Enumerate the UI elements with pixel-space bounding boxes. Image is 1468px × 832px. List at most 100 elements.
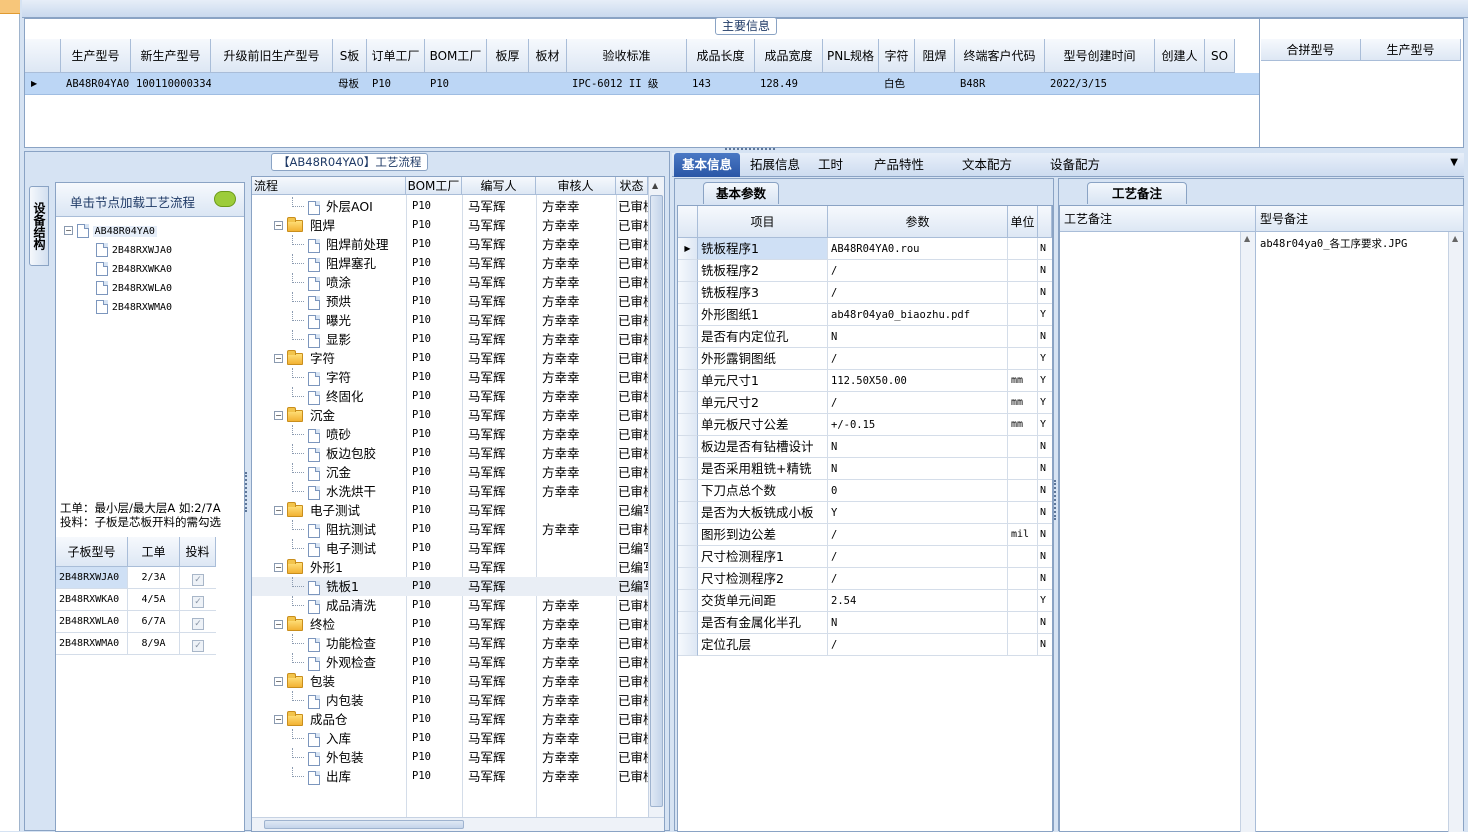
tree-node-child[interactable]: 2B48RXWJA0 [96, 240, 172, 259]
main-col-header[interactable]: 终端客户代码 [955, 39, 1045, 73]
param-value[interactable]: +/-0.15 [828, 414, 1008, 436]
main-cell[interactable]: P10 [427, 73, 487, 95]
param-item[interactable]: 尺寸检测程序2 [698, 568, 828, 590]
scroll-up-icon[interactable]: ▲ [1244, 234, 1250, 243]
main-info-selected-row[interactable]: ▶ AB48R04YA010011000033469母板P10P10IPC-60… [25, 73, 1259, 95]
param-item[interactable]: 交货单元间距 [698, 590, 828, 612]
sub-board-model[interactable]: 2B48RXWJA0 [56, 567, 128, 589]
sub-board-order[interactable]: 8/9A [128, 633, 180, 655]
param-item[interactable]: 尺寸检测程序1 [698, 546, 828, 568]
param-row-header[interactable] [678, 634, 698, 656]
scroll-up-icon[interactable]: ▲ [1452, 234, 1458, 243]
tree-node-child[interactable]: 2B48RXWMA0 [96, 297, 172, 316]
param-item[interactable]: 是否为大板铣成小板 [698, 502, 828, 524]
param-value[interactable]: AB48R04YA0.rou [828, 238, 1008, 260]
param-item[interactable]: 铣板程序3 [698, 282, 828, 304]
tab-0[interactable]: 基本信息 [674, 153, 741, 177]
load-hint-bar[interactable]: 单击节点加载工艺流程 [56, 183, 244, 217]
param-row-header[interactable] [678, 414, 698, 436]
param-value[interactable]: / [828, 348, 1008, 370]
side-col-header[interactable]: 合拼型号 [1261, 39, 1361, 61]
param-row-header[interactable] [678, 612, 698, 634]
param-value[interactable]: N [828, 458, 1008, 480]
param-value[interactable]: N [828, 436, 1008, 458]
main-cell[interactable]: 母板 [335, 73, 367, 95]
param-row-header[interactable] [678, 568, 698, 590]
feed-checkbox-cell[interactable]: ✓ [180, 633, 216, 655]
flow-col-header[interactable]: BOM工厂 [406, 177, 462, 195]
param-row-header[interactable] [678, 304, 698, 326]
flow-row[interactable]: 入库 P10 马军辉 方幸幸 已审核 [252, 729, 648, 748]
param-value[interactable]: Y [828, 502, 1008, 524]
flow-scrollbar[interactable]: ▲ [648, 177, 664, 817]
scroll-up-icon[interactable]: ▲ [652, 181, 658, 190]
tab-craft-notes[interactable]: 工艺备注 [1087, 182, 1187, 204]
model-note-text[interactable]: ab48r04ya0_各工序要求.JPG [1260, 236, 1407, 251]
flow-hscrollbar[interactable] [252, 817, 664, 831]
side-col-header[interactable]: 生产型号 [1361, 39, 1461, 61]
collapse-icon[interactable]: − [274, 354, 283, 363]
param-col-header[interactable]: 单位 [1008, 206, 1038, 238]
flow-row[interactable]: 喷涂 P10 马军辉 方幸幸 已审核 [252, 273, 648, 292]
checked-icon[interactable]: ✓ [192, 574, 204, 586]
main-col-header[interactable]: S板 [333, 39, 367, 73]
param-value[interactable]: N [828, 326, 1008, 348]
param-item[interactable]: 单元尺寸1 [698, 370, 828, 392]
main-col-header[interactable]: SO [1205, 39, 1235, 73]
param-row-header[interactable]: ▶ [678, 238, 698, 260]
collapse-icon[interactable]: − [274, 563, 283, 572]
main-cell[interactable]: AB48R04YA0 [63, 73, 131, 95]
feed-checkbox-cell[interactable]: ✓ [180, 567, 216, 589]
param-value[interactable]: 0 [828, 480, 1008, 502]
flow-row[interactable]: 板边包胶 P10 马军辉 方幸幸 已审核 [252, 444, 648, 463]
flow-row[interactable]: 预烘 P10 马军辉 方幸幸 已审核 [252, 292, 648, 311]
checked-icon[interactable]: ✓ [192, 618, 204, 630]
flow-row[interactable]: − 成品仓 P10 马军辉 方幸幸 已审核 [252, 710, 648, 729]
main-col-header[interactable]: 字符 [879, 39, 915, 73]
sub-board-order[interactable]: 6/7A [128, 611, 180, 633]
param-col-header[interactable]: 项目 [698, 206, 828, 238]
main-col-header[interactable]: 成品宽度 [755, 39, 823, 73]
tab-2[interactable]: 工时 [810, 153, 851, 177]
tab-1[interactable]: 拓展信息 [742, 153, 808, 177]
tab-5[interactable]: 设备配方 [1042, 153, 1108, 177]
param-col-header[interactable]: 参数 [828, 206, 1008, 238]
param-row-header[interactable] [678, 370, 698, 392]
tab-dropdown-icon[interactable]: ▼ [1450, 157, 1458, 168]
feed-checkbox-cell[interactable]: ✓ [180, 589, 216, 611]
tab-device-structure[interactable]: 设备结构 [29, 186, 49, 266]
param-item[interactable]: 板边是否有钻槽设计 [698, 436, 828, 458]
tab-4[interactable]: 文本配方 [954, 153, 1020, 177]
param-row-header[interactable] [678, 348, 698, 370]
param-row-header[interactable] [678, 546, 698, 568]
param-item[interactable]: 铣板程序2 [698, 260, 828, 282]
main-col-header[interactable]: 板材 [529, 39, 567, 73]
main-col-header[interactable]: 创建人 [1155, 39, 1205, 73]
sub-board-model[interactable]: 2B48RXWLA0 [56, 611, 128, 633]
main-col-header[interactable]: 成品长度 [687, 39, 755, 73]
main-col-header[interactable]: 板厚 [487, 39, 529, 73]
param-item[interactable]: 单元板尺寸公差 [698, 414, 828, 436]
param-value[interactable]: 2.54 [828, 590, 1008, 612]
flow-row[interactable]: 成品清洗 P10 马军辉 方幸幸 已审核 [252, 596, 648, 615]
flow-row[interactable]: − 终检 P10 马军辉 方幸幸 已审核 [252, 615, 648, 634]
param-item[interactable]: 外形露铜图纸 [698, 348, 828, 370]
flow-row[interactable]: 曝光 P10 马军辉 方幸幸 已审核 [252, 311, 648, 330]
main-col-header[interactable]: 生产型号 [61, 39, 131, 73]
param-item[interactable]: 图形到边公差 [698, 524, 828, 546]
collapse-icon[interactable]: − [64, 226, 73, 235]
flow-row[interactable]: 外层AOI P10 马军辉 方幸幸 已审核 [252, 197, 648, 216]
flow-row[interactable]: 阻焊塞孔 P10 马军辉 方幸幸 已审核 [252, 254, 648, 273]
main-col-header[interactable]: 验收标准 [567, 39, 687, 73]
flow-row[interactable]: 阻抗测试 P10 马军辉 方幸幸 已审核 [252, 520, 648, 539]
param-row-header[interactable] [678, 480, 698, 502]
flow-row[interactable]: 终固化 P10 马军辉 方幸幸 已审核 [252, 387, 648, 406]
flow-col-header[interactable]: 流程 [252, 177, 406, 195]
flow-row[interactable]: 铣板1 P10 马军辉 已编写 [252, 577, 648, 596]
param-value[interactable]: ab48r04ya0_biaozhu.pdf [828, 304, 1008, 326]
collapse-icon[interactable]: − [274, 506, 283, 515]
craft-note-textarea[interactable]: ▲ [1060, 232, 1256, 832]
main-cell[interactable]: 143 [689, 73, 755, 95]
tab-3[interactable]: 产品特性 [866, 153, 932, 177]
param-value[interactable]: / [828, 260, 1008, 282]
